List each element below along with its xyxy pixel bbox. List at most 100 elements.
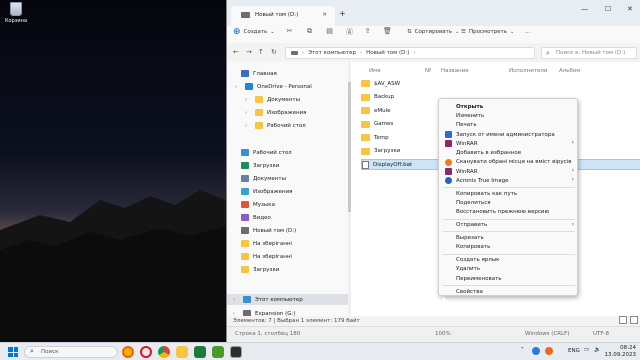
chevron-right-icon[interactable]: › — [233, 297, 239, 303]
nav-item[interactable]: › Документы — [227, 94, 349, 105]
file-row[interactable]: $AV_ASW — [361, 78, 640, 89]
more-button[interactable]: ... — [525, 26, 530, 38]
copy-icon[interactable]: ⧉ — [305, 27, 314, 36]
minimize-button[interactable]: — — [581, 5, 588, 13]
nav-item[interactable]: На зберіганні — [227, 238, 349, 249]
menu-item[interactable]: Свойства — [439, 287, 579, 296]
maximize-button[interactable]: ☐ — [605, 5, 611, 13]
column-name[interactable]: Имя — [369, 68, 381, 74]
tray-app-icon[interactable] — [532, 347, 540, 355]
column-title[interactable]: Название — [441, 68, 469, 74]
network-icon[interactable]: ▭ — [584, 347, 589, 353]
column-album[interactable]: Альбом — [559, 68, 580, 74]
nav-item[interactable]: На зберіганні — [227, 251, 349, 262]
excel-icon[interactable] — [194, 346, 206, 358]
nav-item[interactable]: › Expansion (G:) — [227, 308, 349, 316]
nav-item[interactable]: Видео — [227, 212, 349, 223]
app-icon[interactable] — [212, 346, 224, 358]
sort-button[interactable]: ⇅ Сортировать ⌄ — [407, 26, 459, 38]
address-bar-row: ← → ↑ ↻ › Этот компьютер › Новый том (D:… — [227, 44, 640, 60]
opera-icon[interactable] — [140, 346, 152, 358]
menu-item[interactable]: Поделиться — [439, 199, 579, 208]
nav-item[interactable]: › Этот компьютер — [227, 294, 349, 305]
menu-item[interactable]: Вырезать — [439, 233, 579, 242]
nav-item[interactable]: Загрузки — [227, 160, 349, 171]
search-input[interactable]: ⌕ Поиск в: Новый том (D:) — [541, 47, 637, 59]
command-bar: ⊕ Создать ⌄ ✂ ⧉ ▤ Ⓐ ⇪ 🗑 ⇅ Сортировать ⌄ … — [227, 26, 640, 40]
language-indicator[interactable]: ENG — [568, 348, 580, 354]
up-icon[interactable]: ↑ — [258, 48, 264, 56]
avast-tray-icon[interactable] — [545, 347, 553, 355]
menu-item[interactable]: Отправить › — [439, 221, 579, 230]
chrome-icon[interactable] — [158, 346, 170, 358]
back-icon[interactable]: ← — [233, 48, 239, 56]
menu-item[interactable]: WinRAR › — [439, 139, 579, 148]
menu-item[interactable]: Acronis True Image › — [439, 176, 579, 185]
tiles-view-icon[interactable] — [630, 316, 638, 324]
create-button[interactable]: ⊕ Создать ⌄ — [233, 26, 275, 38]
menu-item[interactable]: Открыть — [439, 102, 579, 111]
nav-item[interactable]: Главная — [227, 68, 349, 79]
column-artists[interactable]: Исполнители — [509, 68, 547, 74]
recycle-bin[interactable]: Корзина — [4, 2, 28, 24]
chevron-right-icon[interactable]: › — [235, 84, 241, 90]
menu-item[interactable]: Сканувати обрані місця на вміст вірусів — [439, 158, 579, 167]
new-tab-button[interactable]: + — [339, 9, 346, 18]
delete-icon[interactable]: 🗑 — [383, 27, 392, 36]
menu-item[interactable]: WinRAR › — [439, 167, 579, 176]
menu-item-label: Восстановить прежнюю версию — [456, 209, 550, 216]
menu-item[interactable]: Создать ярлык — [439, 256, 579, 265]
menu-item[interactable]: Печать — [439, 121, 579, 130]
chevron-right-icon[interactable]: › — [245, 97, 251, 103]
nav-item[interactable]: Музыка — [227, 199, 349, 210]
nav-item[interactable]: Изображения — [227, 186, 349, 197]
clock[interactable]: 08:24 13.09.2023 — [604, 345, 637, 358]
menu-item[interactable]: Копировать как путь — [439, 189, 579, 198]
folder-icon — [361, 120, 370, 128]
nav-item[interactable]: Загрузки — [227, 264, 349, 275]
nav-item[interactable]: Рабочий стол — [227, 147, 349, 158]
nav-item[interactable]: › Рабочий стол — [227, 120, 349, 131]
menu-item[interactable]: Добавить в избранное — [439, 149, 579, 158]
nav-item[interactable]: › OneDrive - Personal — [227, 81, 349, 92]
share-icon[interactable]: ⇪ — [363, 27, 372, 36]
cut-icon[interactable]: ✂ — [285, 27, 294, 36]
navigation-pane: Главная › OneDrive - Personal › Документы › Из… — [227, 62, 349, 316]
refresh-icon[interactable]: ↻ — [271, 48, 277, 56]
close-window-button[interactable]: ✕ — [627, 5, 633, 13]
column-nf[interactable]: Nf — [425, 68, 431, 74]
nav-item[interactable]: › Изображения — [227, 107, 349, 118]
view-button[interactable]: ☰ Просмотреть ⌄ — [461, 26, 514, 38]
file-explorer-icon[interactable] — [176, 346, 188, 358]
firefox-icon[interactable] — [122, 346, 134, 358]
volume-icon[interactable]: 🔈 — [594, 347, 601, 353]
menu-item[interactable]: Изменить — [439, 111, 579, 120]
file-name: Temp — [374, 134, 389, 141]
chevron-right-icon[interactable]: › — [245, 123, 251, 129]
menu-item[interactable]: Копировать — [439, 243, 579, 252]
close-tab-icon[interactable]: ✕ — [322, 12, 327, 18]
taskbar-search[interactable]: ⌕ Поиск — [24, 346, 118, 358]
taskbar: ⌕ Поиск ⌃ ENG ▭ 🔈 08:24 13.09.2023 — [0, 342, 640, 360]
menu-item[interactable]: Запуск от имени администратора — [439, 130, 579, 139]
menu-item[interactable]: Удалить — [439, 265, 579, 274]
folder-icon — [241, 253, 249, 260]
nav-item[interactable]: Документы — [227, 173, 349, 184]
start-button[interactable] — [8, 347, 18, 357]
breadcrumb-computer[interactable]: Этот компьютер — [308, 50, 356, 56]
address-bar[interactable]: › Этот компьютер › Новый том (D:) › — [285, 47, 535, 59]
menu-item[interactable]: Переименовать — [439, 274, 579, 283]
details-view-icon[interactable] — [619, 316, 627, 324]
nav-item[interactable]: Новый том (D:) — [227, 225, 349, 236]
breadcrumb-drive[interactable]: Новый том (D:) — [366, 50, 409, 56]
chevron-right-icon[interactable]: › — [245, 110, 251, 116]
menu-item[interactable]: Восстановить прежнюю версию — [439, 208, 579, 217]
menu-item-label: Отправить — [456, 222, 488, 229]
notepad-icon[interactable] — [230, 346, 242, 358]
rename-icon[interactable]: Ⓐ — [345, 27, 354, 36]
forward-icon[interactable]: → — [246, 48, 252, 56]
paste-icon[interactable]: ▤ — [325, 27, 334, 36]
pictures-icon — [241, 188, 249, 195]
tab-new-volume[interactable]: Новый том (D:) ✕ — [231, 6, 335, 26]
tray-chevron-icon[interactable]: ⌃ — [520, 347, 525, 353]
